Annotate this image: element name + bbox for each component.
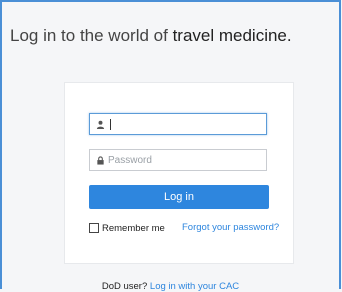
lock-icon (97, 156, 104, 165)
page-title: Log in to the world of travel medicine. (10, 26, 340, 46)
remember-checkbox[interactable] (89, 223, 99, 233)
remember-label: Remember me (102, 222, 165, 234)
username-input[interactable] (108, 116, 258, 132)
password-field[interactable] (89, 149, 267, 171)
title-emphasis: travel medicine. (172, 26, 292, 45)
username-field[interactable] (89, 113, 267, 135)
dod-text: DoD user? (101, 281, 148, 292)
login-panel: Log in Remember me Forgot your password? (64, 82, 294, 264)
remember-me[interactable]: Remember me (89, 222, 165, 234)
login-button[interactable]: Log in (89, 185, 269, 209)
forgot-password-link[interactable]: Forgot your password? (182, 222, 279, 233)
password-input[interactable] (108, 152, 258, 168)
cac-login-link[interactable]: Log in with your CAC (150, 281, 239, 292)
user-icon (96, 120, 105, 129)
title-prefix: Log in to the world of (10, 26, 168, 45)
dod-login-row: DoD user? Log in with your CAC (0, 281, 341, 292)
